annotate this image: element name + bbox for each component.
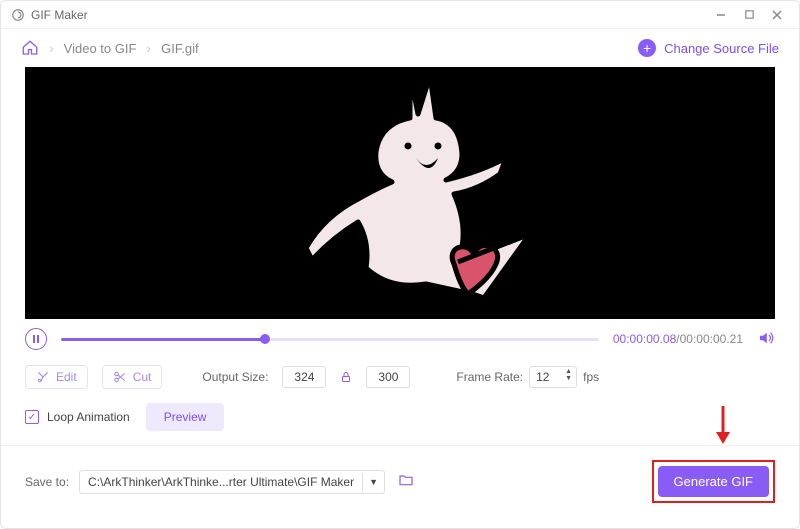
- framerate-stepper[interactable]: 12 ▲▼: [529, 366, 577, 388]
- time-current: 00:00:00.08: [613, 332, 676, 346]
- dropdown-caret-icon[interactable]: ▼: [362, 473, 384, 491]
- output-size-label: Output Size:: [202, 370, 268, 384]
- time-total: 00:00:00.21: [680, 332, 743, 346]
- framerate-label: Frame Rate:: [456, 370, 523, 384]
- generate-gif-button[interactable]: Generate GIF: [658, 466, 769, 497]
- chevron-right-icon: ›: [146, 40, 151, 56]
- settings-row: Edit Cut Output Size: Frame Rate: 12 ▲▼ …: [1, 359, 799, 399]
- change-source-label: Change Source File: [664, 41, 779, 56]
- minimize-button[interactable]: [707, 1, 735, 29]
- edit-button[interactable]: Edit: [25, 365, 88, 389]
- output-width-input[interactable]: [282, 366, 326, 388]
- cut-button[interactable]: Cut: [102, 365, 163, 389]
- edit-label: Edit: [56, 370, 77, 384]
- preview-button[interactable]: Preview: [146, 403, 225, 431]
- breadcrumb-item[interactable]: Video to GIF: [64, 41, 137, 56]
- open-folder-button[interactable]: [397, 472, 415, 491]
- save-path-value: C:\ArkThinker\ArkThinke...rter Ultimate\…: [80, 471, 362, 493]
- close-button[interactable]: [763, 1, 791, 29]
- pause-button[interactable]: [25, 328, 47, 350]
- lock-icon[interactable]: [340, 370, 352, 384]
- video-preview: [25, 67, 775, 319]
- plus-circle-icon: +: [638, 39, 656, 57]
- playback-bar: 00:00:00.08/00:00:00.21: [1, 319, 799, 359]
- change-source-button[interactable]: + Change Source File: [638, 39, 779, 57]
- preview-frame: [260, 67, 540, 314]
- stepper-arrows-icon[interactable]: ▲▼: [565, 368, 572, 382]
- checkbox-icon: ✓: [25, 410, 39, 424]
- callout-highlight: Generate GIF: [652, 460, 775, 503]
- maximize-button[interactable]: [735, 1, 763, 29]
- titlebar: GIF Maker: [1, 1, 799, 29]
- breadcrumb-bar: › Video to GIF › GIF.gif + Change Source…: [1, 29, 799, 67]
- seek-thumb[interactable]: [260, 334, 270, 344]
- breadcrumb-item: GIF.gif: [161, 41, 199, 56]
- seek-slider[interactable]: [61, 338, 599, 341]
- chevron-right-icon: ›: [49, 40, 54, 56]
- window-title: GIF Maker: [31, 8, 88, 22]
- loop-label: Loop Animation: [47, 410, 130, 424]
- output-height-input[interactable]: [366, 366, 410, 388]
- fps-unit: fps: [583, 370, 599, 384]
- save-to-label: Save to:: [25, 475, 69, 489]
- bottom-bar: Save to: C:\ArkThinker\ArkThinke...rter …: [1, 445, 799, 503]
- framerate-value: 12: [536, 370, 549, 384]
- home-icon[interactable]: [21, 39, 39, 57]
- cut-label: Cut: [133, 370, 152, 384]
- loop-row: ✓ Loop Animation Preview: [1, 399, 799, 445]
- timecode: 00:00:00.08/00:00:00.21: [613, 332, 743, 346]
- app-logo-icon: [11, 8, 25, 22]
- loop-animation-checkbox[interactable]: ✓ Loop Animation: [25, 410, 130, 424]
- pause-icon: [33, 335, 39, 343]
- volume-icon[interactable]: [757, 329, 775, 350]
- save-path-dropdown[interactable]: C:\ArkThinker\ArkThinke...rter Ultimate\…: [79, 470, 385, 494]
